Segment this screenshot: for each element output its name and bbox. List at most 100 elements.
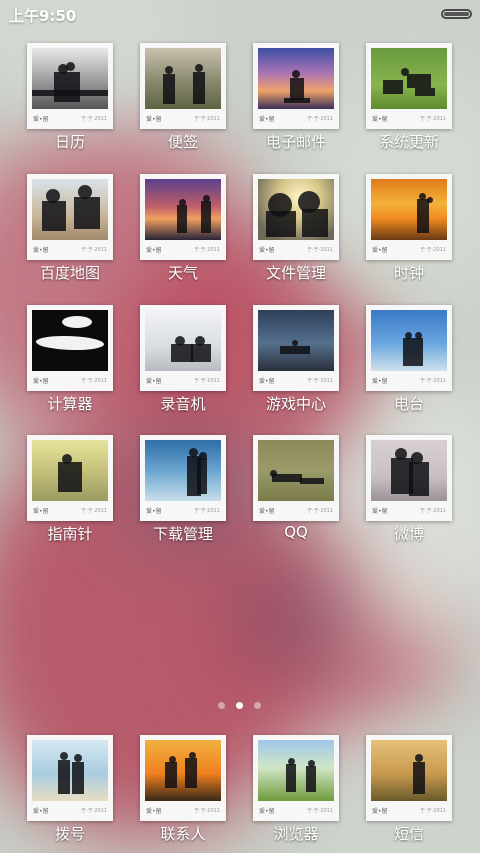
- app-label: 电子邮件: [265, 133, 326, 151]
- dialer-icon[interactable]: 爱•留 于·于·2011: [27, 735, 113, 821]
- app-notes[interactable]: 爱•留 于·于·2011 便签: [133, 43, 233, 155]
- clock-icon[interactable]: 爱•留 于·于·2011: [366, 174, 452, 260]
- qq-icon[interactable]: 爱•留 于·于·2011: [253, 435, 339, 521]
- polaroid-photo: [258, 310, 334, 371]
- app-weather[interactable]: 爱•留 于·于·2011 天气: [133, 174, 233, 286]
- polaroid-photo: [258, 48, 334, 109]
- calculator-icon[interactable]: 爱•留 于·于·2011: [27, 305, 113, 391]
- battery-icon: [441, 9, 472, 19]
- app-label: 电台: [393, 395, 424, 413]
- status-time: 上午9:50: [9, 7, 77, 25]
- polaroid-caption-right: 于·于·2011: [81, 247, 107, 253]
- download-manager-icon[interactable]: 爱•留 于·于·2011: [140, 435, 226, 521]
- polaroid-caption: 爱•留 于·于·2011: [32, 243, 108, 255]
- polaroid-caption-right: 于·于·2011: [81, 508, 107, 514]
- polaroid-photo: [32, 440, 108, 501]
- compass-icon[interactable]: 爱•留 于·于·2011: [27, 435, 113, 521]
- app-dialer[interactable]: 爱•留 于·于·2011 拨号: [20, 735, 120, 847]
- polaroid-caption-right: 于·于·2011: [307, 247, 333, 253]
- polaroid-caption-left: 爱•留: [146, 508, 162, 515]
- polaroid-caption: 爱•留 于·于·2011: [258, 504, 334, 516]
- polaroid-photo: [258, 440, 334, 501]
- app-label: 拨号: [54, 825, 85, 843]
- polaroid-caption-right: 于·于·2011: [420, 378, 446, 384]
- page-dot[interactable]: [218, 702, 225, 709]
- polaroid-caption: 爱•留 于·于·2011: [145, 112, 221, 124]
- page-dot[interactable]: [254, 702, 261, 709]
- app-messages[interactable]: 爱•留 于·于·2011 短信: [359, 735, 459, 847]
- polaroid-caption-left: 爱•留: [372, 247, 388, 254]
- polaroid-caption: 爱•留 于·于·2011: [371, 504, 447, 516]
- polaroid-photo: [258, 179, 334, 240]
- app-email[interactable]: 爱•留 于·于·2011 电子邮件: [246, 43, 346, 155]
- app-game-center[interactable]: 爱•留 于·于·2011 游戏中心: [246, 305, 346, 417]
- polaroid-caption-left: 爱•留: [259, 808, 275, 815]
- page-dot-active[interactable]: [236, 702, 243, 709]
- polaroid-caption-right: 于·于·2011: [307, 378, 333, 384]
- polaroid-caption-left: 爱•留: [259, 247, 275, 254]
- messages-icon[interactable]: 爱•留 于·于·2011: [366, 735, 452, 821]
- app-clock[interactable]: 爱•留 于·于·2011 时钟: [359, 174, 459, 286]
- file-manager-icon[interactable]: 爱•留 于·于·2011: [253, 174, 339, 260]
- app-recorder[interactable]: 爱•留 于·于·2011 录音机: [133, 305, 233, 417]
- app-calculator[interactable]: 爱•留 于·于·2011 计算器: [20, 305, 120, 417]
- polaroid-caption-right: 于·于·2011: [194, 508, 220, 514]
- app-baidu-maps[interactable]: 爱•留 于·于·2011 百度地图: [20, 174, 120, 286]
- app-system-update[interactable]: 爱•留 于·于·2011 系统更新: [359, 43, 459, 155]
- app-file-manager[interactable]: 爱•留 于·于·2011 文件管理: [246, 174, 346, 286]
- polaroid-caption-right: 于·于·2011: [194, 808, 220, 814]
- polaroid-photo: [145, 440, 221, 501]
- app-browser[interactable]: 爱•留 于·于·2011 浏览器: [246, 735, 346, 847]
- polaroid-photo: [258, 740, 334, 801]
- game-center-icon[interactable]: 爱•留 于·于·2011: [253, 305, 339, 391]
- polaroid-caption: 爱•留 于·于·2011: [371, 112, 447, 124]
- polaroid-photo: [371, 740, 447, 801]
- polaroid-caption: 爱•留 于·于·2011: [32, 804, 108, 816]
- polaroid-caption-right: 于·于·2011: [81, 116, 107, 122]
- calendar-icon[interactable]: 爱•留 于·于·2011: [27, 43, 113, 129]
- app-calendar[interactable]: 爱•留 于·于·2011 日历: [20, 43, 120, 155]
- recorder-icon[interactable]: 爱•留 于·于·2011: [140, 305, 226, 391]
- polaroid-caption-right: 于·于·2011: [420, 808, 446, 814]
- contacts-icon[interactable]: 爱•留 于·于·2011: [140, 735, 226, 821]
- app-label: 游戏中心: [265, 395, 326, 413]
- polaroid-photo: [371, 179, 447, 240]
- polaroid-caption: 爱•留 于·于·2011: [258, 112, 334, 124]
- polaroid-photo: [371, 310, 447, 371]
- weather-icon[interactable]: 爱•留 于·于·2011: [140, 174, 226, 260]
- polaroid-caption-right: 于·于·2011: [194, 378, 220, 384]
- baidu-maps-icon[interactable]: 爱•留 于·于·2011: [27, 174, 113, 260]
- app-label: 短信: [393, 825, 424, 843]
- polaroid-caption-right: 于·于·2011: [307, 116, 333, 122]
- system-update-icon[interactable]: 爱•留 于·于·2011: [366, 43, 452, 129]
- polaroid-caption-left: 爱•留: [372, 808, 388, 815]
- radio-icon[interactable]: 爱•留 于·于·2011: [366, 305, 452, 391]
- app-radio[interactable]: 爱•留 于·于·2011 电台: [359, 305, 459, 417]
- app-label: 指南针: [47, 525, 93, 543]
- polaroid-caption-left: 爱•留: [33, 808, 49, 815]
- email-icon[interactable]: 爱•留 于·于·2011: [253, 43, 339, 129]
- app-download-manager[interactable]: 爱•留 于·于·2011 下载管理: [133, 435, 233, 547]
- polaroid-caption-right: 于·于·2011: [81, 808, 107, 814]
- polaroid-caption-right: 于·于·2011: [194, 247, 220, 253]
- app-contacts[interactable]: 爱•留 于·于·2011 联系人: [133, 735, 233, 847]
- polaroid-caption: 爱•留 于·于·2011: [32, 374, 108, 386]
- page-indicator: [0, 702, 480, 712]
- app-weibo[interactable]: 爱•留 于·于·2011 微博: [359, 435, 459, 547]
- polaroid-caption-left: 爱•留: [146, 247, 162, 254]
- polaroid-caption-right: 于·于·2011: [307, 808, 333, 814]
- polaroid-caption-left: 爱•留: [372, 508, 388, 515]
- polaroid-caption: 爱•留 于·于·2011: [145, 374, 221, 386]
- polaroid-caption-right: 于·于·2011: [420, 247, 446, 253]
- polaroid-caption-left: 爱•留: [259, 378, 275, 385]
- browser-icon[interactable]: 爱•留 于·于·2011: [253, 735, 339, 821]
- polaroid-caption-left: 爱•留: [146, 116, 162, 123]
- notes-icon[interactable]: 爱•留 于·于·2011: [140, 43, 226, 129]
- polaroid-caption-left: 爱•留: [33, 508, 49, 515]
- app-compass[interactable]: 爱•留 于·于·2011 指南针: [20, 435, 120, 547]
- app-qq[interactable]: 爱•留 于·于·2011 QQ: [246, 435, 346, 547]
- polaroid-photo: [145, 740, 221, 801]
- app-label: 天气: [167, 264, 198, 282]
- status-bar: 上午9:50: [0, 0, 480, 28]
- weibo-icon[interactable]: 爱•留 于·于·2011: [366, 435, 452, 521]
